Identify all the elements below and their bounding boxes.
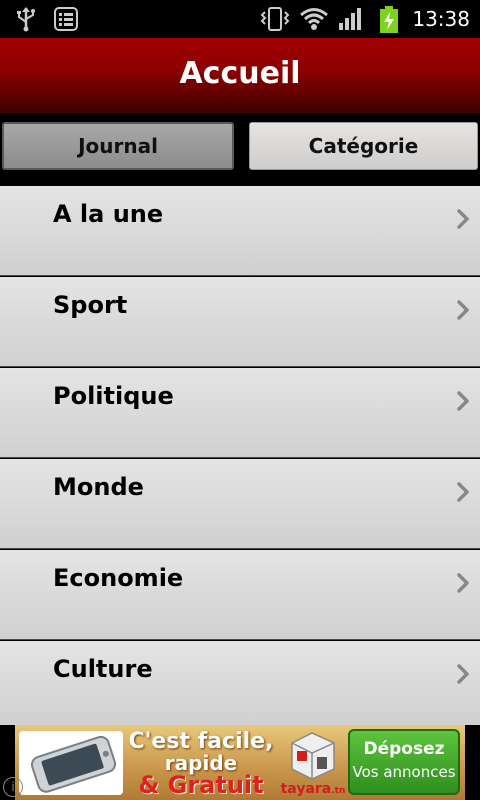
list-item-monde[interactable]: Monde bbox=[0, 459, 480, 549]
list-item-politique[interactable]: Politique bbox=[0, 368, 480, 458]
usb-icon bbox=[14, 6, 38, 36]
list-item-label: A la une bbox=[53, 200, 164, 228]
list-item-label: Sport bbox=[53, 291, 128, 319]
list-item-culture[interactable]: Culture bbox=[0, 641, 480, 725]
chevron-right-icon bbox=[456, 481, 470, 507]
status-bar: 13:38 bbox=[0, 0, 480, 38]
chevron-right-icon bbox=[456, 663, 470, 689]
battery-charging-icon bbox=[378, 6, 400, 38]
info-icon[interactable]: i bbox=[3, 777, 23, 797]
tab-categorie[interactable]: Catégorie bbox=[249, 122, 478, 170]
ad-banner-content[interactable]: C'est facile, rapide & Gratuit tayara.tn… bbox=[15, 725, 465, 800]
list-item-economie[interactable]: Economie bbox=[0, 550, 480, 640]
list-item-a-la-une[interactable]: A la une bbox=[0, 186, 480, 276]
list-item-label: Economie bbox=[53, 564, 184, 592]
phone-image bbox=[19, 731, 123, 795]
tab-categorie-label: Catégorie bbox=[308, 134, 419, 158]
list-item-label: Monde bbox=[53, 473, 144, 501]
chevron-right-icon bbox=[456, 572, 470, 598]
status-time: 13:38 bbox=[412, 7, 470, 31]
category-list: A la une Sport Politique Monde Economie … bbox=[0, 186, 480, 725]
title-bar: Accueil bbox=[0, 38, 480, 114]
wifi-icon bbox=[299, 6, 329, 36]
chevron-right-icon bbox=[456, 299, 470, 325]
vibrate-icon bbox=[259, 6, 291, 36]
ad-gratuit: & Gratuit bbox=[138, 771, 264, 799]
deposez-button-label: Déposez bbox=[363, 739, 445, 759]
chevron-right-icon bbox=[456, 390, 470, 416]
list-item-label: Politique bbox=[53, 382, 174, 410]
list-item-sport[interactable]: Sport bbox=[0, 277, 480, 367]
chevron-right-icon bbox=[456, 208, 470, 234]
signal-icon bbox=[338, 6, 364, 36]
deposez-button[interactable]: Déposez Vos annonces bbox=[348, 729, 460, 795]
deposez-button-sublabel: Vos annonces bbox=[352, 763, 456, 781]
page-title: Accueil bbox=[179, 56, 301, 91]
tab-journal[interactable]: Journal bbox=[2, 122, 234, 170]
tab-bar: Journal Catégorie bbox=[0, 114, 480, 186]
tayara-logo-text: tayara.tn bbox=[280, 781, 346, 797]
notification-list-icon bbox=[54, 6, 78, 36]
tab-journal-label: Journal bbox=[78, 134, 158, 158]
list-item-label: Culture bbox=[53, 655, 153, 683]
ad-banner[interactable]: C'est facile, rapide & Gratuit tayara.tn… bbox=[0, 725, 480, 800]
